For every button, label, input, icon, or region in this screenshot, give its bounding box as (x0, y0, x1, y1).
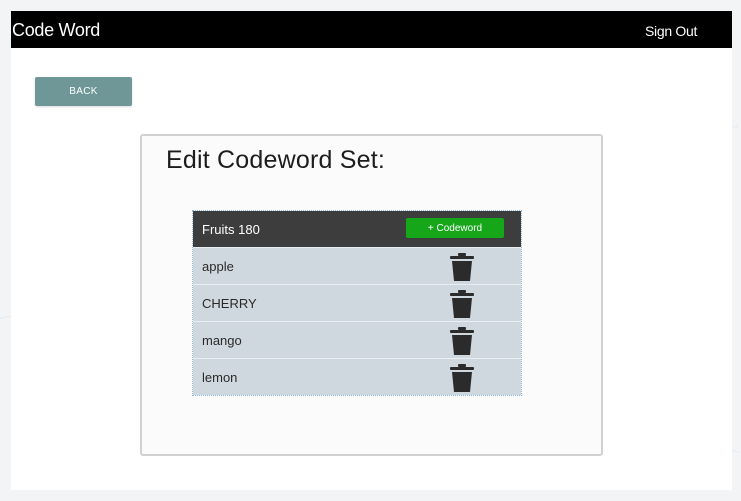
codeword-row: lemon (193, 358, 521, 395)
codeword-label: lemon (202, 370, 238, 385)
codeword-row: mango (193, 321, 521, 358)
codeword-row: CHERRY (193, 284, 521, 321)
codeword-row: apple (193, 247, 521, 284)
top-bar: Code Word Sign Out (11, 11, 732, 48)
page-title: Edit Codeword Set: (166, 146, 385, 174)
sign-out-link[interactable]: Sign Out (645, 23, 697, 39)
app-window: Code Word Sign Out BACK Edit Codeword Se… (11, 11, 732, 490)
app-title: Code Word (12, 20, 101, 40)
trash-icon[interactable] (450, 364, 474, 392)
set-name: Fruits 180 (202, 222, 260, 237)
codeword-table-header: Fruits 180 + Codeword (193, 211, 521, 247)
back-button[interactable]: BACK (35, 77, 132, 106)
codeword-label: apple (202, 259, 234, 274)
trash-icon[interactable] (450, 253, 474, 281)
trash-icon[interactable] (450, 327, 474, 355)
codeword-label: mango (202, 333, 242, 348)
edit-codeword-panel: Edit Codeword Set: Fruits 180 + Codeword… (140, 134, 603, 456)
codeword-label: CHERRY (202, 296, 257, 311)
add-codeword-button[interactable]: + Codeword (406, 218, 504, 238)
codeword-table: Fruits 180 + Codeword apple CHERRY mango… (192, 210, 522, 396)
trash-icon[interactable] (450, 290, 474, 318)
